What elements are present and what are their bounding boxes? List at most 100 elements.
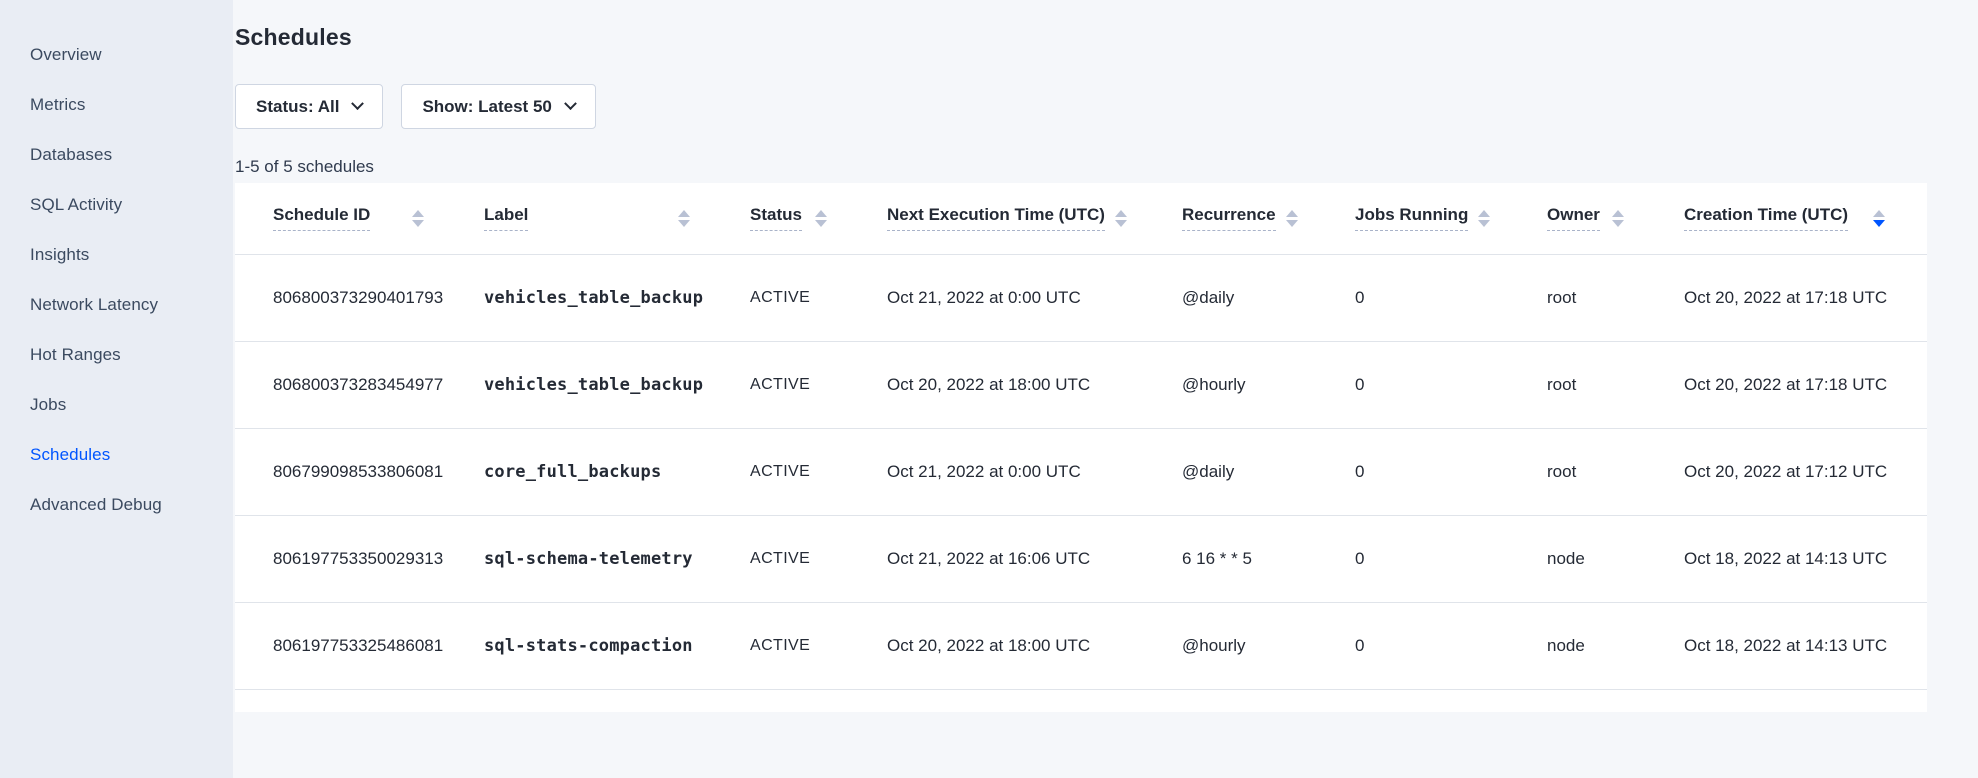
sidebar-item-network-latency[interactable]: Network Latency: [0, 280, 233, 330]
sidebar-item-label: Schedules: [30, 445, 110, 465]
column-label: Recurrence: [1182, 205, 1276, 231]
cell-label: sql-schema-telemetry: [446, 515, 712, 602]
cell-status: ACTIVE: [712, 428, 849, 515]
cell-next-execution: Oct 21, 2022 at 0:00 UTC: [849, 428, 1144, 515]
sidebar-item-label: Overview: [30, 45, 102, 65]
cell-owner: node: [1509, 515, 1646, 602]
sidebar-item-databases[interactable]: Databases: [0, 130, 233, 180]
cell-schedule-id: 806197753325486081: [235, 602, 446, 689]
cell-recurrence: 6 16 * * 5: [1144, 515, 1317, 602]
sort-icon[interactable]: [678, 210, 690, 227]
cell-label: vehicles_table_backup: [446, 254, 712, 341]
sidebar-item-label: Network Latency: [30, 295, 158, 315]
cell-status: ACTIVE: [712, 341, 849, 428]
cell-status: ACTIVE: [712, 254, 849, 341]
cell-next-execution: Oct 20, 2022 at 18:00 UTC: [849, 602, 1144, 689]
filters-bar: Status: All Show: Latest 50: [235, 84, 1978, 129]
sort-icon[interactable]: [1115, 210, 1127, 227]
sort-icon[interactable]: [1612, 210, 1624, 227]
status-filter-dropdown[interactable]: Status: All: [235, 84, 383, 129]
sidebar-item-advanced-debug[interactable]: Advanced Debug: [0, 480, 233, 530]
sidebar-item-jobs[interactable]: Jobs: [0, 380, 233, 430]
sidebar-item-insights[interactable]: Insights: [0, 230, 233, 280]
column-header-status[interactable]: Status: [712, 183, 849, 254]
cell-schedule-id: 806800373290401793: [235, 254, 446, 341]
show-filter-dropdown[interactable]: Show: Latest 50: [401, 84, 595, 129]
cell-owner: root: [1509, 341, 1646, 428]
column-label: Jobs Running: [1355, 205, 1468, 231]
cell-schedule-id: 806799098533806081: [235, 428, 446, 515]
sidebar-item-label: Advanced Debug: [30, 495, 162, 515]
page-title: Schedules: [235, 24, 1978, 51]
column-header-creation-time[interactable]: Creation Time (UTC): [1646, 183, 1927, 254]
sort-icon[interactable]: [815, 210, 827, 227]
sidebar-item-label: Metrics: [30, 95, 85, 115]
sidebar-item-metrics[interactable]: Metrics: [0, 80, 233, 130]
cell-status: ACTIVE: [712, 515, 849, 602]
cell-next-execution: Oct 20, 2022 at 18:00 UTC: [849, 341, 1144, 428]
cell-jobs-running: 0: [1317, 341, 1509, 428]
table-row: 806800373290401793 vehicles_table_backup…: [235, 254, 1927, 341]
table-header-row: Schedule ID Label Status: [235, 183, 1927, 254]
cell-recurrence: @hourly: [1144, 341, 1317, 428]
cell-recurrence: @daily: [1144, 254, 1317, 341]
cell-label: vehicles_table_backup: [446, 341, 712, 428]
main-content: Schedules Status: All Show: Latest 50 1-…: [233, 0, 1978, 778]
cell-next-execution: Oct 21, 2022 at 0:00 UTC: [849, 254, 1144, 341]
chevron-down-icon: [352, 97, 365, 110]
sidebar-item-hot-ranges[interactable]: Hot Ranges: [0, 330, 233, 380]
status-filter-label: Status: All: [256, 97, 339, 117]
sidebar-item-label: Jobs: [30, 395, 66, 415]
sort-icon-active-desc[interactable]: [1873, 210, 1885, 227]
schedules-table-panel: Schedule ID Label Status: [235, 183, 1927, 712]
show-filter-label: Show: Latest 50: [422, 97, 551, 117]
sidebar-item-overview[interactable]: Overview: [0, 30, 233, 80]
cell-label: core_full_backups: [446, 428, 712, 515]
column-header-jobs-running[interactable]: Jobs Running: [1317, 183, 1509, 254]
column-header-next-execution-time[interactable]: Next Execution Time (UTC): [849, 183, 1144, 254]
cell-owner: node: [1509, 602, 1646, 689]
cell-creation-time: Oct 20, 2022 at 17:18 UTC: [1646, 254, 1927, 341]
sort-icon[interactable]: [1286, 210, 1298, 227]
sidebar-item-sql-activity[interactable]: SQL Activity: [0, 180, 233, 230]
schedules-table: Schedule ID Label Status: [235, 183, 1927, 690]
results-count: 1-5 of 5 schedules: [235, 157, 1978, 177]
cell-jobs-running: 0: [1317, 428, 1509, 515]
column-header-schedule-id[interactable]: Schedule ID: [235, 183, 446, 254]
cell-jobs-running: 0: [1317, 254, 1509, 341]
cell-status: ACTIVE: [712, 602, 849, 689]
cell-owner: root: [1509, 428, 1646, 515]
cell-creation-time: Oct 20, 2022 at 17:12 UTC: [1646, 428, 1927, 515]
column-header-recurrence[interactable]: Recurrence: [1144, 183, 1317, 254]
table-row: 806197753325486081 sql-stats-compaction …: [235, 602, 1927, 689]
cell-schedule-id: 806197753350029313: [235, 515, 446, 602]
cell-creation-time: Oct 20, 2022 at 17:18 UTC: [1646, 341, 1927, 428]
sort-icon[interactable]: [1478, 210, 1490, 227]
sidebar-item-label: Hot Ranges: [30, 345, 121, 365]
cell-creation-time: Oct 18, 2022 at 14:13 UTC: [1646, 515, 1927, 602]
cell-recurrence: @daily: [1144, 428, 1317, 515]
column-label: Creation Time (UTC): [1684, 205, 1848, 231]
table-row: 806799098533806081 core_full_backups ACT…: [235, 428, 1927, 515]
sidebar-item-label: Insights: [30, 245, 89, 265]
column-label: Next Execution Time (UTC): [887, 205, 1105, 231]
cell-next-execution: Oct 21, 2022 at 16:06 UTC: [849, 515, 1144, 602]
sort-icon[interactable]: [412, 210, 424, 227]
column-label: Label: [484, 205, 528, 231]
cell-creation-time: Oct 18, 2022 at 14:13 UTC: [1646, 602, 1927, 689]
sidebar-item-label: Databases: [30, 145, 112, 165]
column-label: Schedule ID: [273, 205, 370, 231]
cell-schedule-id: 806800373283454977: [235, 341, 446, 428]
cell-recurrence: @hourly: [1144, 602, 1317, 689]
chevron-down-icon: [564, 97, 577, 110]
column-header-owner[interactable]: Owner: [1509, 183, 1646, 254]
table-row: 806800373283454977 vehicles_table_backup…: [235, 341, 1927, 428]
column-label: Status: [750, 205, 802, 231]
sidebar: Overview Metrics Databases SQL Activity …: [0, 0, 233, 778]
table-row: 806197753350029313 sql-schema-telemetry …: [235, 515, 1927, 602]
column-header-label[interactable]: Label: [446, 183, 712, 254]
cell-jobs-running: 0: [1317, 515, 1509, 602]
cell-jobs-running: 0: [1317, 602, 1509, 689]
sidebar-item-schedules[interactable]: Schedules: [0, 430, 233, 480]
cell-label: sql-stats-compaction: [446, 602, 712, 689]
